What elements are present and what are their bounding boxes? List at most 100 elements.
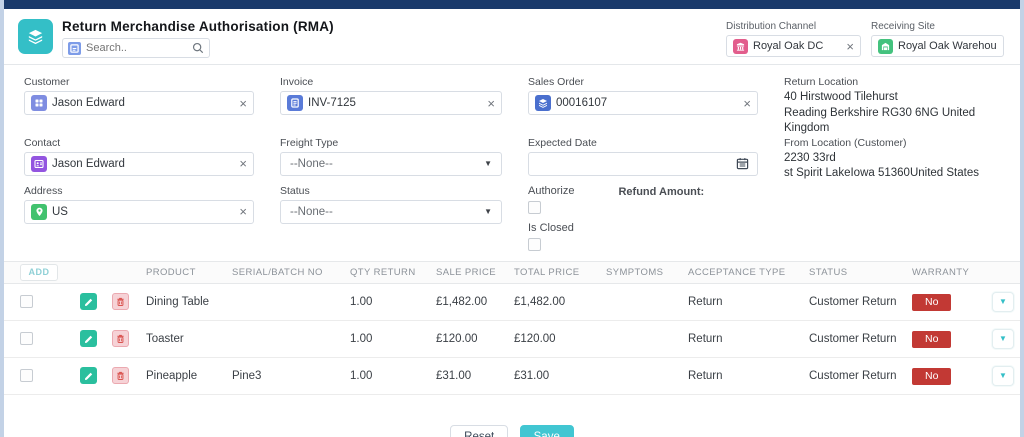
cell-status: Customer Return (809, 332, 897, 345)
col-header-product: PRODUCT (146, 266, 196, 278)
authorize-label: Authorize (528, 184, 575, 197)
cell-sale-price: £1,482.00 (436, 295, 488, 308)
clear-contact-icon[interactable]: × (239, 157, 247, 170)
customer-pill[interactable]: Jason Edward × (24, 91, 254, 115)
row-actions-chevron-icon[interactable]: ▼ (992, 291, 1014, 312)
row-select-checkbox[interactable] (20, 369, 33, 383)
cell-qty: 1.00 (350, 332, 373, 345)
delete-icon[interactable] (112, 367, 129, 385)
location-pin-icon (31, 203, 47, 220)
col-header-qty: QTY RETURN (350, 266, 416, 278)
from-location-line1: 2230 33rd (784, 151, 836, 164)
cell-acceptance-type: Return (688, 332, 723, 345)
col-header-total-price: TOTAL PRICE (514, 266, 580, 278)
page-title: Return Merchandise Authorisation (RMA) (62, 19, 334, 34)
address-value: US (52, 205, 68, 218)
receiving-site-value: Royal Oak Warehouse (898, 40, 997, 52)
row-select-checkbox[interactable] (20, 332, 33, 346)
cell-serial: Pine3 (232, 369, 262, 382)
cell-acceptance-type: Return (688, 295, 723, 308)
customer-label: Customer (24, 76, 70, 88)
sales-order-pill[interactable]: 00016107 × (528, 91, 758, 115)
cell-acceptance-type: Return (688, 369, 723, 382)
distribution-channel-label: Distribution Channel (726, 21, 817, 32)
edit-icon[interactable] (80, 367, 97, 385)
col-header-status: STATUS (809, 266, 848, 278)
freight-type-label: Freight Type (280, 136, 339, 149)
clear-distribution-channel-icon[interactable]: × (846, 40, 854, 53)
sales-order-value: 00016107 (556, 97, 608, 109)
add-line-button[interactable]: ADD (20, 263, 58, 281)
save-button[interactable]: Save (519, 424, 574, 437)
expected-date-input[interactable] (537, 157, 736, 170)
freight-type-value: --None-- (290, 157, 333, 170)
clear-customer-icon[interactable]: × (239, 97, 247, 110)
row-actions-chevron-icon[interactable]: ▼ (992, 328, 1014, 349)
expected-date-field[interactable] (528, 151, 758, 176)
search-object-icon (68, 41, 81, 55)
status-select[interactable]: --None-- ▼ (280, 199, 502, 224)
refund-amount-label: Refund Amount: (618, 185, 705, 198)
chevron-down-icon: ▼ (484, 159, 492, 169)
invoice-pill[interactable]: INV-7125 × (280, 91, 502, 115)
cell-status: Customer Return (809, 369, 897, 382)
cell-qty: 1.00 (350, 369, 373, 382)
reset-button[interactable]: Reset (450, 424, 509, 437)
contact-icon (31, 155, 47, 172)
cell-sale-price: £31.00 (436, 369, 472, 382)
rma-form: Customer Jason Edward × Invoice INV-7125… (4, 65, 1020, 259)
sales-order-label: Sales Order (528, 76, 585, 88)
warranty-badge: No (912, 293, 952, 311)
col-header-warranty: WARRANTY (912, 266, 970, 278)
clear-invoice-icon[interactable]: × (487, 97, 495, 110)
col-header-acceptance-type: ACCEPTANCE TYPE (688, 266, 786, 278)
warranty-badge: No (912, 330, 952, 348)
cell-product: Pineapple (146, 369, 198, 382)
rma-app-icon (18, 19, 53, 54)
is-closed-checkbox[interactable] (528, 237, 541, 251)
page-header: Return Merchandise Authorisation (RMA) D… (4, 9, 1020, 65)
freight-type-select[interactable]: --None-- ▼ (280, 151, 502, 176)
receiving-site-pill[interactable]: Royal Oak Warehouse (871, 35, 1004, 57)
calendar-icon[interactable] (736, 157, 749, 170)
contact-pill[interactable]: Jason Edward × (24, 151, 254, 176)
address-label: Address (24, 184, 63, 197)
account-icon (31, 95, 47, 111)
authorize-checkbox[interactable] (528, 200, 541, 214)
cell-sale-price: £120.00 (436, 332, 478, 345)
col-header-symptoms: SYMPTOMS (606, 266, 664, 278)
customer-value: Jason Edward (52, 97, 125, 109)
table-header-row: ADD PRODUCT SERIAL/BATCH NO QTY RETURN S… (4, 260, 1020, 284)
contact-label: Contact (24, 136, 61, 149)
col-header-sale-price: SALE PRICE (436, 266, 496, 278)
address-pill[interactable]: US × (24, 199, 254, 224)
delete-icon[interactable] (112, 330, 129, 348)
receiving-site-icon (878, 38, 893, 54)
row-actions-chevron-icon[interactable]: ▼ (992, 365, 1014, 386)
table-row: Pineapple Pine3 1.00 £31.00 £31.00 Retur… (4, 358, 1020, 395)
return-location-label: Return Location (784, 76, 859, 88)
search-box[interactable] (62, 38, 210, 58)
table-row: Dining Table 1.00 £1,482.00 £1,482.00 Re… (4, 284, 1020, 321)
search-input[interactable] (86, 42, 187, 54)
cell-qty: 1.00 (350, 295, 373, 308)
is-closed-label: Is Closed (528, 221, 574, 234)
distribution-channel-pill[interactable]: Royal Oak DC × (726, 35, 861, 57)
contact-value: Jason Edward (52, 157, 125, 170)
distribution-channel-icon (733, 38, 748, 54)
cell-status: Customer Return (809, 295, 897, 308)
clear-address-icon[interactable]: × (239, 205, 247, 218)
edit-icon[interactable] (80, 330, 97, 348)
chevron-down-icon: ▼ (484, 207, 492, 217)
expected-date-label: Expected Date (528, 136, 597, 149)
sales-order-icon (535, 95, 551, 111)
rma-page: Return Merchandise Authorisation (RMA) D… (0, 0, 1024, 437)
row-select-checkbox[interactable] (20, 295, 33, 309)
edit-icon[interactable] (80, 293, 97, 311)
delete-icon[interactable] (112, 293, 129, 311)
clear-sales-order-icon[interactable]: × (743, 97, 751, 110)
search-icon[interactable] (192, 42, 204, 54)
layers-icon (26, 27, 45, 46)
distribution-channel-value: Royal Oak DC (753, 40, 824, 52)
status-value: --None-- (290, 205, 333, 218)
